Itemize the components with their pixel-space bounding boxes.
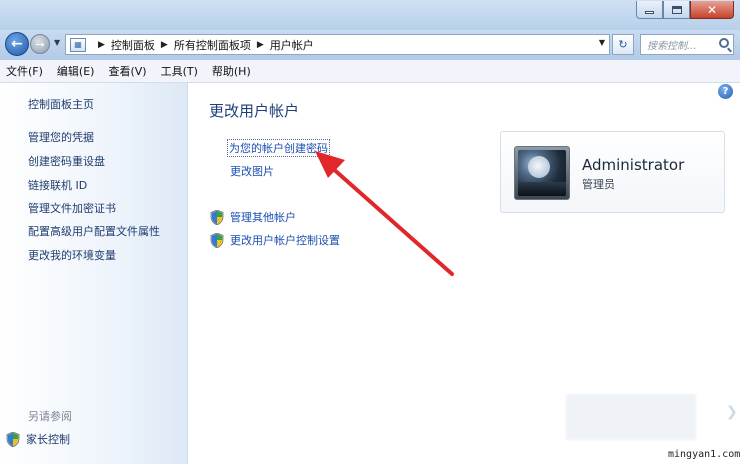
window-controls: ✕ [636,1,734,19]
page-title: 更改用户帐户 [209,102,300,120]
control-panel-icon: ▦ [70,37,86,52]
chevron-right-icon: ❯ [726,404,738,420]
sidebar-item-password-reset-disk[interactable]: 创建密码重设盘 [28,153,105,169]
minimize-icon [645,11,654,14]
avatar[interactable] [514,146,570,200]
chevron-right-icon[interactable]: ▶ [161,40,168,50]
forward-arrow-icon: → [35,37,45,51]
menu-tools[interactable]: 工具(T) [161,63,198,79]
minimize-button[interactable] [636,1,663,19]
refresh-icon: ↻ [618,38,628,51]
avatar-image [518,150,566,196]
uac-settings-link[interactable]: 更改用户帐户控制设置 [210,232,340,248]
breadcrumb-all-items[interactable]: 所有控制面板项 [174,37,251,53]
title-bar: ✕ [0,0,740,30]
sidebar-item-advanced-profile[interactable]: 配置高级用户配置文件属性 [28,223,160,239]
recent-pages-dropdown[interactable]: ▼ [54,38,60,47]
chevron-right-icon[interactable]: ▶ [98,40,105,50]
menu-edit[interactable]: 编辑(E) [57,63,95,79]
watermark-text: mingyan1.com [668,449,740,460]
watermark-blur [566,394,696,440]
forward-button[interactable]: → [30,34,50,54]
uac-shield-icon [210,209,224,225]
address-dropdown-icon[interactable]: ▼ [599,38,605,47]
sidebar-item-control-panel-home[interactable]: 控制面板主页 [28,96,94,112]
breadcrumb-user-accounts[interactable]: 用户帐户 [270,37,314,53]
menu-help[interactable]: 帮助(H) [212,63,251,79]
sidebar-item-manage-credentials[interactable]: 管理您的凭据 [28,129,94,145]
parental-controls-link[interactable]: 家长控制 [6,431,70,447]
back-button[interactable]: ← [5,32,29,56]
account-role: 管理员 [582,178,615,191]
parental-controls-label: 家长控制 [26,433,70,446]
manage-other-accounts-link[interactable]: 管理其他帐户 [210,209,296,225]
close-icon: ✕ [706,2,718,17]
back-arrow-icon: ← [11,36,23,52]
ground-graphic [518,182,566,196]
account-card: Administrator 管理员 [500,131,725,213]
close-button[interactable]: ✕ [690,1,734,19]
uac-shield-icon [210,232,224,248]
change-picture-link[interactable]: 更改图片 [230,163,274,179]
refresh-button[interactable]: ↻ [612,34,634,55]
account-name: Administrator [582,156,685,174]
menu-bar: 文件(F) 编辑(E) 查看(V) 工具(T) 帮助(H) [0,60,740,83]
search-icon[interactable] [719,38,729,48]
breadcrumb-control-panel[interactable]: 控制面板 [111,37,155,53]
help-icon[interactable]: ? [718,84,733,99]
annotation-arrow-shaft [328,164,454,276]
sidebar: 控制面板主页 管理您的凭据 创建密码重设盘 链接联机 ID 管理文件加密证书 配… [0,83,188,464]
sidebar-item-link-online-id[interactable]: 链接联机 ID [28,177,87,193]
create-password-link[interactable]: 为您的帐户创建密码 [227,139,330,157]
sidebar-item-environment-variables[interactable]: 更改我的环境变量 [28,247,116,263]
sidebar-item-encryption-certificates[interactable]: 管理文件加密证书 [28,200,116,216]
address-bar[interactable]: ▦ ▶ 控制面板 ▶ 所有控制面板项 ▶ 用户帐户 ▼ [65,34,610,55]
menu-file[interactable]: 文件(F) [6,63,43,79]
maximize-button[interactable] [663,1,690,19]
search-placeholder: 搜索控制... [647,41,697,52]
manage-other-accounts-label: 管理其他帐户 [230,211,296,224]
search-input[interactable]: 搜索控制... [640,34,734,55]
navigation-bar: ← → ▼ ▦ ▶ 控制面板 ▶ 所有控制面板项 ▶ 用户帐户 ▼ ↻ 搜索控制… [0,30,740,60]
menu-view[interactable]: 查看(V) [108,63,146,79]
maximize-icon [671,5,682,14]
see-also-heading: 另请参阅 [28,410,72,423]
uac-settings-label: 更改用户帐户控制设置 [230,234,340,247]
moon-graphic [528,156,550,178]
chevron-right-icon[interactable]: ▶ [257,40,264,50]
uac-shield-icon [6,431,20,447]
